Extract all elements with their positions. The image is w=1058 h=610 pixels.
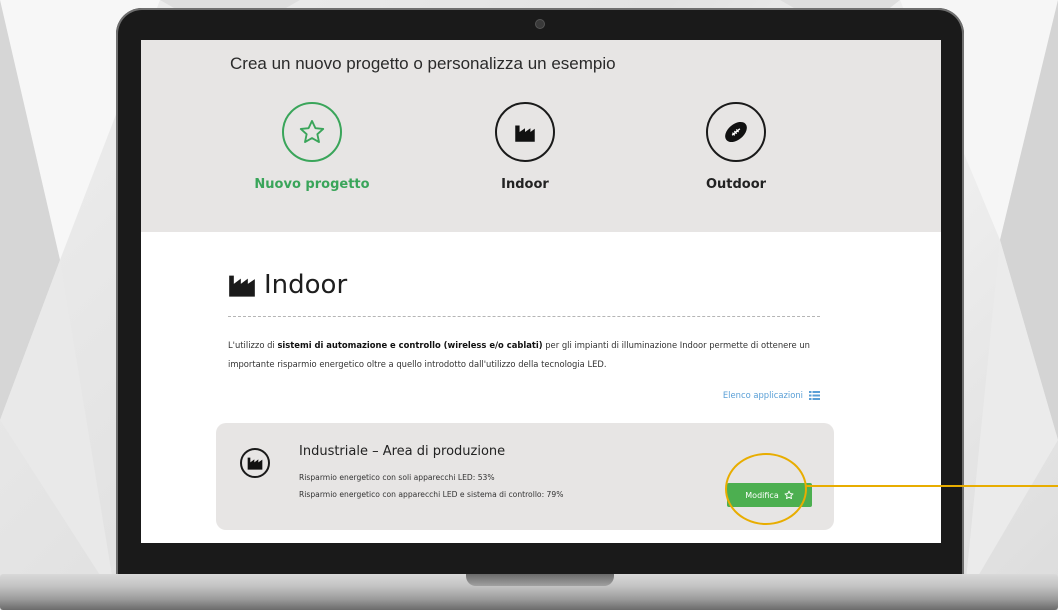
- callout-line: [806, 485, 1058, 487]
- option-label: Indoor: [501, 177, 549, 192]
- section-heading: Indoor: [228, 270, 347, 300]
- factory-icon: [229, 275, 255, 297]
- factory-icon: [515, 125, 535, 142]
- option-label: Outdoor: [705, 177, 767, 192]
- section-description: L'utilizzo di sistemi di automazione e c…: [228, 340, 810, 369]
- option-label: Nuovo progetto: [254, 177, 370, 192]
- hero-title: Crea un nuovo progetto o personalizza un…: [230, 54, 616, 73]
- saving-led-control: Risparmio energetico con apparecchi LED …: [299, 490, 564, 499]
- star-icon: [299, 119, 325, 143]
- project-type-chooser: Crea un nuovo progetto o personalizza un…: [141, 40, 941, 232]
- camera: [536, 20, 544, 28]
- factory-icon: [247, 457, 263, 470]
- card-icon-circle: [240, 448, 270, 478]
- laptop-notch: [466, 574, 614, 586]
- section-title: Indoor: [264, 270, 348, 300]
- new-project-icon-circle: [282, 102, 342, 162]
- divider: [228, 316, 820, 317]
- option-new-project[interactable]: Nuovo progetto: [237, 102, 387, 192]
- option-indoor[interactable]: Indoor: [450, 102, 600, 192]
- list-icon: [809, 390, 820, 400]
- football-icon: [725, 121, 747, 143]
- application-list-label: Elenco applicazioni: [722, 390, 803, 400]
- card-title: Industriale – Area di produzione: [299, 444, 506, 459]
- saving-led-only: Risparmio energetico con soli apparecchi…: [299, 473, 495, 482]
- application-list-link[interactable]: Elenco applicazioni: [723, 390, 820, 400]
- highlight-ring: [725, 453, 807, 525]
- screen: Crea un nuovo progetto o personalizza un…: [141, 40, 941, 543]
- indoor-icon-circle: [495, 102, 555, 162]
- outdoor-icon-circle: [706, 102, 766, 162]
- option-outdoor[interactable]: Outdoor: [661, 102, 811, 192]
